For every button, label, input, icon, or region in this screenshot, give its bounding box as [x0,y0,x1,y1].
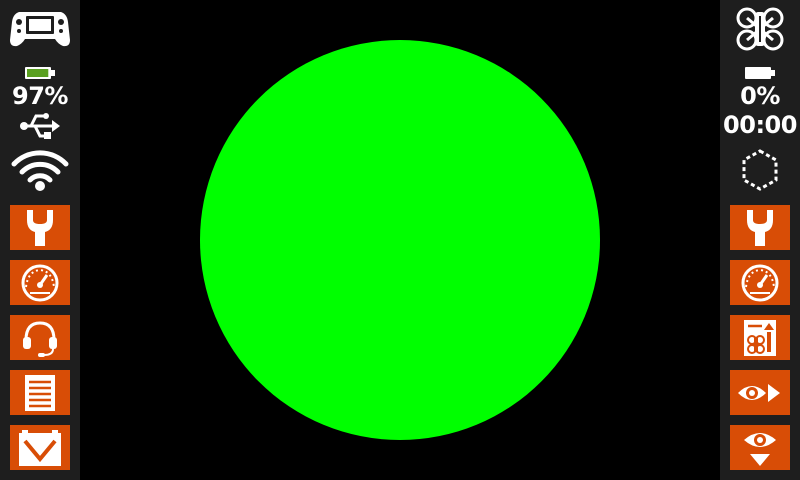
flight-timer: 00:00 [723,111,797,139]
controller-battery-icon [0,64,80,82]
drone-document-icon [744,319,776,356]
wrench-icon [27,209,53,246]
drone-settings-wrench-button[interactable] [730,205,790,250]
gallery-icon [19,429,61,466]
video-feed-circle [200,40,600,440]
gps-hexagon-icon [720,148,800,192]
eye-forward-button[interactable] [730,370,790,415]
wifi-icon [0,148,80,192]
speedometer-icon [741,264,779,301]
controller-battery-percent: 97% [12,82,68,110]
drone-icon [720,6,800,52]
media-gallery-button[interactable] [10,425,70,470]
drone-sidebar: 0% 00:00 [720,0,800,480]
headset-icon [23,320,57,357]
settings-wrench-button[interactable] [10,205,70,250]
camera-preview [80,0,720,480]
eye-down-arrow-icon [744,432,776,466]
headset-button[interactable] [10,315,70,360]
drone-battery-percent: 0% [740,82,780,110]
usb-icon [0,110,80,142]
drone-gauge-button[interactable] [730,260,790,305]
eye-arrow-icon [738,383,780,402]
wrench-icon [747,209,773,246]
document-icon [25,374,55,411]
drone-info-button[interactable] [730,315,790,360]
speedometer-icon [21,264,59,301]
eye-down-button[interactable] [730,425,790,470]
drone-battery-icon [720,64,800,82]
controller-sidebar: 97% [0,0,80,480]
gauge-button[interactable] [10,260,70,305]
document-list-button[interactable] [10,370,70,415]
controller-icon [0,8,80,50]
